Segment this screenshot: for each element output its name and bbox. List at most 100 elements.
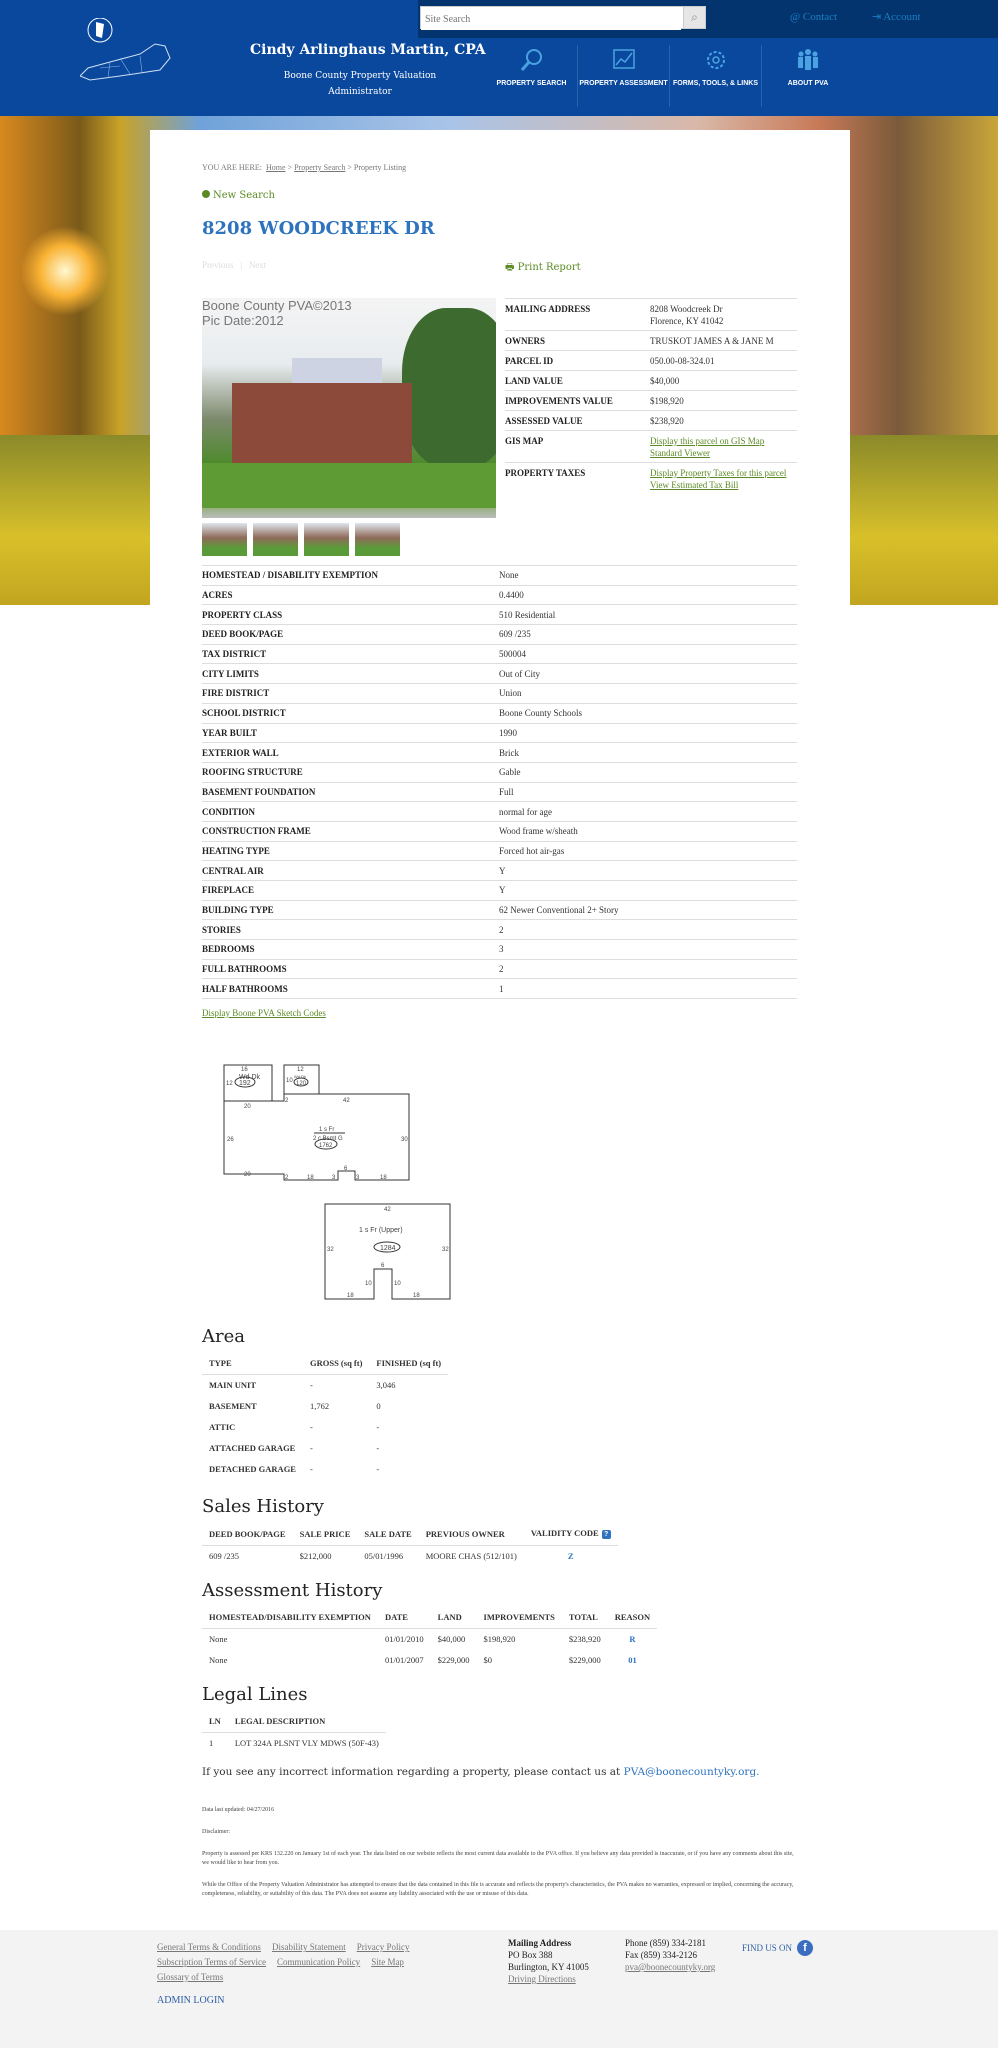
footer-email-link[interactable]: pva@boonecountyky.org bbox=[625, 1961, 715, 1973]
magnifier-icon bbox=[520, 49, 542, 71]
footer-link[interactable]: Glossary of Terms bbox=[157, 1972, 223, 1982]
dimension: 18 bbox=[413, 1293, 420, 1299]
previous-link[interactable]: Previous bbox=[202, 260, 234, 270]
footer-link[interactable]: Subscription Terms of Service bbox=[157, 1957, 266, 1967]
sketch-label: 1 s Fr bbox=[319, 1127, 334, 1133]
dimension: 20 bbox=[244, 1104, 251, 1110]
chart-icon bbox=[612, 49, 635, 69]
table-cell: - bbox=[309, 1380, 313, 1390]
value: $40,000 bbox=[650, 370, 797, 391]
thumbnail[interactable] bbox=[355, 523, 400, 556]
column-header: VALIDITY CODE? bbox=[523, 1522, 618, 1546]
column-header: IMPROVEMENTS bbox=[476, 1606, 562, 1629]
account-link[interactable]: ⇥ Account bbox=[872, 11, 937, 23]
print-report-button[interactable]: 🖶 Print Report bbox=[505, 260, 581, 277]
footer-link[interactable]: Disability Statement bbox=[272, 1942, 346, 1952]
table-row: BUILDING TYPE 62 Newer Conventional 2+ St… bbox=[202, 899, 797, 920]
brand-name[interactable]: Cindy Arlinghaus Martin, CPA bbox=[250, 42, 486, 58]
print-report-label: Print Report bbox=[517, 262, 581, 273]
thumbnail[interactable] bbox=[253, 523, 298, 556]
table-cell[interactable]: 01 bbox=[608, 1650, 657, 1671]
table-cell: 1,762 bbox=[309, 1401, 330, 1411]
footer-link[interactable]: Site Map bbox=[371, 1957, 404, 1967]
property-taxes-link[interactable]: Display Property Taxes for this parcel bbox=[650, 467, 797, 479]
gis-map-link[interactable]: Display this parcel on GIS Map Standard … bbox=[650, 436, 764, 458]
table-row: DEED BOOK/PAGE 609 /235 bbox=[202, 624, 797, 645]
kentucky-logo[interactable] bbox=[80, 18, 250, 98]
table-row: SCHOOL DISTRICT Boone County Schools bbox=[202, 702, 797, 723]
table-cell: 0.4400 bbox=[499, 584, 797, 605]
dimension: 18 bbox=[347, 1293, 354, 1299]
table-cell: normal for age bbox=[499, 801, 797, 822]
nav-property-search[interactable]: PROPERTY SEARCH bbox=[486, 45, 578, 107]
nav-forms-tools[interactable]: FORMS, TOOLS, & LINKS bbox=[670, 45, 762, 107]
address-title: Mailing Address bbox=[508, 1938, 572, 1948]
sketch-codes-link[interactable]: Display Boone PVA Sketch Codes bbox=[202, 1008, 326, 1018]
footer-link[interactable]: General Terms & Conditions bbox=[157, 1942, 261, 1952]
breadcrumb-property-search[interactable]: Property Search bbox=[294, 163, 345, 172]
contact-email-link[interactable]: PVA@boonecountyky.org. bbox=[624, 1766, 760, 1778]
table-row: BEDROOMS 3 bbox=[202, 939, 797, 960]
table-cell: 01/01/2010 bbox=[384, 1634, 424, 1644]
header-row: DEED BOOK/PAGE SALE PRICE SALE DATE PREVIOU… bbox=[202, 1522, 618, 1546]
value: 050.00-08-324.01 bbox=[650, 350, 797, 371]
value: $198,920 bbox=[650, 390, 797, 411]
table-cell: MOORE CHAS (512/101) bbox=[425, 1551, 517, 1561]
driving-directions-link[interactable]: Driving Directions bbox=[508, 1973, 589, 1985]
tax-bill-link[interactable]: View Estimated Tax Bill bbox=[650, 479, 797, 491]
nav-property-assessment[interactable]: PROPERTY ASSESSMENT bbox=[578, 45, 670, 107]
table-row: LAND VALUE $40,000 bbox=[505, 370, 797, 391]
table-row: FIRE DISTRICT Union bbox=[202, 683, 797, 704]
dimension: 20 bbox=[244, 1172, 251, 1178]
table-row: PROPERTY TAXES Display Property Taxes for… bbox=[505, 462, 797, 494]
table-cell[interactable]: R bbox=[608, 1629, 657, 1651]
header-row: LN LEGAL DESCRIPTION bbox=[202, 1710, 386, 1733]
sketch-area: 120 bbox=[296, 1081, 307, 1087]
new-search-link[interactable]: New Search bbox=[202, 190, 275, 201]
photo-thumbnails bbox=[202, 523, 400, 556]
table-cell: 1 bbox=[499, 978, 797, 1000]
table-row: None 01/01/2007 $229,000 $0 $229,000 01 bbox=[202, 1650, 657, 1671]
search-button[interactable]: ⌕ bbox=[683, 7, 705, 28]
table-cell[interactable]: Z bbox=[524, 1546, 618, 1568]
disclaimer-text: While the Office of the Property Valuati… bbox=[202, 1882, 794, 1897]
nav-about-pva[interactable]: ABOUT PVA bbox=[762, 45, 854, 107]
table-row: BASEMENT FOUNDATION Full bbox=[202, 781, 797, 802]
table-cell: None bbox=[209, 1655, 228, 1665]
site-search-input[interactable] bbox=[421, 9, 681, 30]
table-cell: DEED BOOK/PAGE bbox=[202, 624, 499, 645]
admin-login-link[interactable]: ADMIN LOGIN bbox=[157, 1995, 225, 2006]
help-icon[interactable]: ? bbox=[601, 1530, 611, 1539]
sketch-area: 1762 bbox=[319, 1143, 333, 1149]
breadcrumb: YOU ARE HERE: Home > Property Search > P… bbox=[202, 163, 407, 172]
table-cell: $212,000 bbox=[299, 1551, 332, 1561]
table-cell: HOMESTEAD / DISABILITY EXEMPTION bbox=[202, 565, 499, 586]
dimension: 2 bbox=[285, 1098, 289, 1104]
next-link[interactable]: Next bbox=[249, 260, 267, 270]
table-cell: CENTRAL AIR bbox=[202, 860, 499, 881]
facebook-icon: f bbox=[797, 1940, 814, 1956]
table-cell: 05/01/1996 bbox=[364, 1551, 404, 1561]
footer-link[interactable]: Communication Policy bbox=[277, 1957, 360, 1967]
value: 8208 Woodcreek Dr Florence, KY 41042 bbox=[650, 298, 797, 331]
table-cell: Y bbox=[499, 880, 797, 901]
table-cell: 0 bbox=[376, 1401, 381, 1411]
thumbnail[interactable] bbox=[304, 523, 349, 556]
table-cell: $198,920 bbox=[483, 1634, 516, 1644]
column-header: SALE DATE bbox=[357, 1522, 419, 1546]
facebook-link[interactable]: FIND US ON f bbox=[742, 1940, 814, 1956]
footer-link[interactable]: Privacy Policy bbox=[357, 1942, 410, 1952]
table-row: 609 /235 $212,000 05/01/1996 MOORE CHAS (51… bbox=[202, 1546, 618, 1568]
table-cell: 2 bbox=[499, 958, 797, 979]
table-row: CENTRAL AIR Y bbox=[202, 860, 797, 881]
breadcrumb-home[interactable]: Home bbox=[266, 163, 286, 172]
thumbnail[interactable] bbox=[202, 523, 247, 556]
brand-subtitle: Boone County Property Valuation Administ… bbox=[283, 71, 437, 97]
area-table: TYPE GROSS (sq ft) FINISHED (sq ft) MAIN UN… bbox=[202, 1352, 449, 1480]
label: IMPROVEMENTS VALUE bbox=[505, 390, 650, 411]
contact-link[interactable]: @ Contact bbox=[790, 11, 853, 23]
table-cell: 1990 bbox=[499, 722, 797, 743]
nav-label: PROPERTY ASSESSMENT bbox=[579, 80, 668, 87]
label: MAILING ADDRESS bbox=[505, 298, 650, 331]
table-cell: Boone County Schools bbox=[499, 702, 797, 723]
